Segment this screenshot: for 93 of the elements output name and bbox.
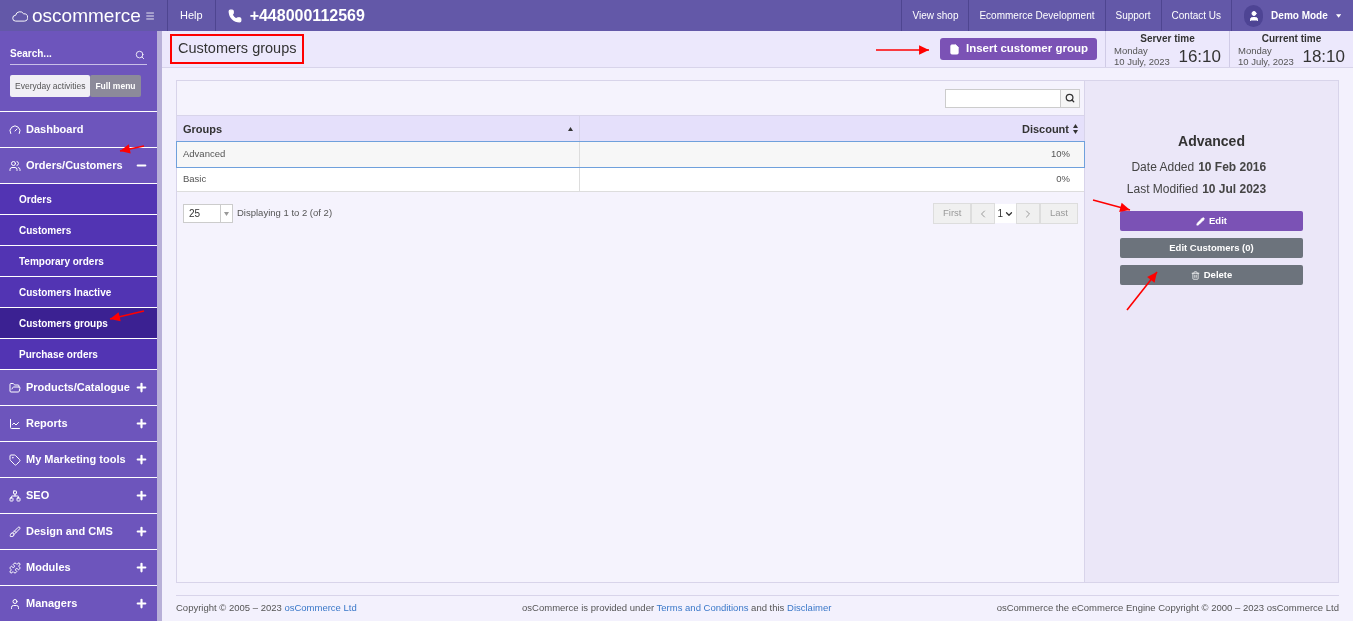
pencil-icon bbox=[1196, 216, 1205, 226]
sidebar-menu-item[interactable]: Products/Catalogue bbox=[0, 369, 157, 405]
table-cell: 10% bbox=[579, 141, 1084, 167]
menu-item-label: Products/Catalogue bbox=[26, 380, 130, 396]
search-icon bbox=[1065, 93, 1075, 103]
footer-text: osCommerce is provided under Terms and Conditions and this Disclaimer bbox=[522, 601, 832, 616]
menu-item-label: Reports bbox=[26, 416, 68, 432]
search-icon[interactable] bbox=[135, 50, 145, 60]
insert-button[interactable]: Insert customer group bbox=[939, 38, 1097, 60]
avatar-icon bbox=[1244, 4, 1264, 27]
sidebar-menu-item[interactable]: Design and CMS bbox=[0, 513, 157, 549]
menu-item-label: My Marketing tools bbox=[26, 452, 126, 468]
expand-icon[interactable] bbox=[135, 489, 148, 502]
sidebar-menu-item[interactable]: Modules bbox=[0, 549, 157, 585]
document-icon bbox=[948, 43, 960, 55]
search-button[interactable] bbox=[1061, 88, 1080, 108]
user-icon bbox=[9, 597, 21, 610]
table-row[interactable]: Basic 0% bbox=[177, 166, 1084, 192]
caret-icon bbox=[224, 211, 229, 216]
table-row[interactable]: Advanced 10% bbox=[177, 141, 1084, 167]
clock-time: 16:10 bbox=[1178, 47, 1221, 67]
clock-date: 10 July, 2023 bbox=[1238, 56, 1294, 67]
submenu-item[interactable]: Temporary orders bbox=[0, 245, 157, 276]
clock-day: Monday bbox=[1114, 45, 1170, 56]
submenu-item[interactable]: Customers groups bbox=[0, 307, 157, 338]
folder-icon bbox=[9, 381, 21, 394]
footer-link[interactable]: Disclaimer bbox=[787, 602, 832, 614]
sort-icon bbox=[1073, 123, 1078, 134]
clock-label: Current time bbox=[1260, 33, 1323, 45]
menu-item-label: Modules bbox=[26, 560, 71, 576]
footer-link[interactable]: osCommerce Ltd bbox=[284, 602, 357, 614]
field-value: 10 Feb 2016 bbox=[1198, 159, 1267, 176]
group-name: Advanced bbox=[1178, 132, 1245, 151]
menu-item-label: Design and CMS bbox=[26, 524, 113, 540]
expand-icon[interactable] bbox=[135, 417, 148, 430]
clock-date: 10 July, 2023 bbox=[1114, 56, 1170, 67]
page-title: Customers groups bbox=[170, 34, 305, 64]
clock-label: Server time bbox=[1139, 33, 1196, 45]
footer-text: Copyright © 2005 – 2023 osCommerce Ltd bbox=[176, 601, 357, 616]
field-label: Date Added bbox=[1131, 159, 1195, 176]
sidebar-menu-item[interactable]: Managers bbox=[0, 585, 157, 621]
gauge-icon bbox=[9, 123, 21, 136]
puzzle-icon bbox=[9, 561, 21, 574]
action-button[interactable]: Edit Customers (0) bbox=[1120, 238, 1303, 258]
menu-item-label: Orders/Customers bbox=[26, 158, 123, 174]
users-icon bbox=[9, 159, 21, 172]
sidebar-menu-item[interactable]: Reports bbox=[0, 405, 157, 441]
sidebar-menu-item[interactable]: Dashboard bbox=[0, 111, 157, 147]
action-button[interactable]: Delete bbox=[1120, 265, 1303, 285]
table-cell: Advanced bbox=[177, 141, 579, 167]
column-title: Groups bbox=[183, 121, 223, 137]
sidebar-menu-item[interactable]: SEO bbox=[0, 477, 157, 513]
page-select[interactable]: 1 bbox=[995, 204, 1017, 223]
network-icon bbox=[9, 489, 21, 502]
table-cell: Basic bbox=[177, 166, 579, 192]
submenu-item[interactable]: Customers Inactive bbox=[0, 276, 157, 307]
clock-day: Monday bbox=[1238, 45, 1294, 56]
footer-text: osCommerce the eCommerce Engine Copyright © 2000 – 2023 osCommerce Ltd bbox=[996, 601, 1339, 616]
phone-number: +448000112569 bbox=[249, 5, 365, 26]
footer-link[interactable]: Terms and Conditions bbox=[656, 602, 749, 614]
sort-up-icon bbox=[567, 126, 573, 131]
line-chart-icon bbox=[9, 417, 21, 430]
logo-text[interactable]: oscommerce bbox=[32, 6, 141, 25]
column-title: Discount bbox=[1021, 121, 1069, 137]
menu-item-label: SEO bbox=[26, 488, 50, 504]
menu-mode-tab[interactable]: Everyday activities bbox=[10, 75, 91, 97]
sidebar-search-field[interactable]: Search... bbox=[10, 43, 147, 65]
trash-icon bbox=[1190, 270, 1200, 280]
caret-icon bbox=[1335, 13, 1341, 18]
expand-icon[interactable] bbox=[135, 453, 148, 466]
menu-item-label: Dashboard bbox=[26, 122, 84, 138]
tag-icon bbox=[9, 453, 21, 466]
table-cell: 0% bbox=[579, 166, 1084, 192]
menu-item-label: Managers bbox=[26, 596, 78, 612]
user-name: Demo Mode bbox=[1271, 9, 1328, 23]
menu-mode-tab[interactable]: Full menu bbox=[90, 75, 141, 97]
submenu-item[interactable]: Purchase orders bbox=[0, 338, 157, 369]
brush-icon bbox=[9, 525, 21, 538]
clock-time: 18:10 bbox=[1302, 47, 1345, 67]
phone-icon bbox=[227, 8, 242, 23]
submenu-item[interactable]: Orders bbox=[0, 183, 157, 214]
per-page-select[interactable]: 25 bbox=[183, 204, 233, 223]
field-label: Last Modified bbox=[1126, 181, 1199, 198]
expand-icon[interactable] bbox=[135, 381, 148, 394]
expand-icon[interactable] bbox=[135, 597, 148, 610]
expand-icon[interactable] bbox=[135, 561, 148, 574]
expand-icon[interactable] bbox=[135, 525, 148, 538]
sidebar-menu-item[interactable]: My Marketing tools bbox=[0, 441, 157, 477]
table-search-field[interactable] bbox=[945, 88, 1061, 108]
field-value: 10 Jul 2023 bbox=[1202, 181, 1267, 198]
action-button[interactable]: Edit bbox=[1120, 211, 1303, 231]
submenu-item[interactable]: Customers bbox=[0, 214, 157, 245]
displaying-text: Displaying 1 to 2 (of 2) bbox=[237, 206, 333, 221]
